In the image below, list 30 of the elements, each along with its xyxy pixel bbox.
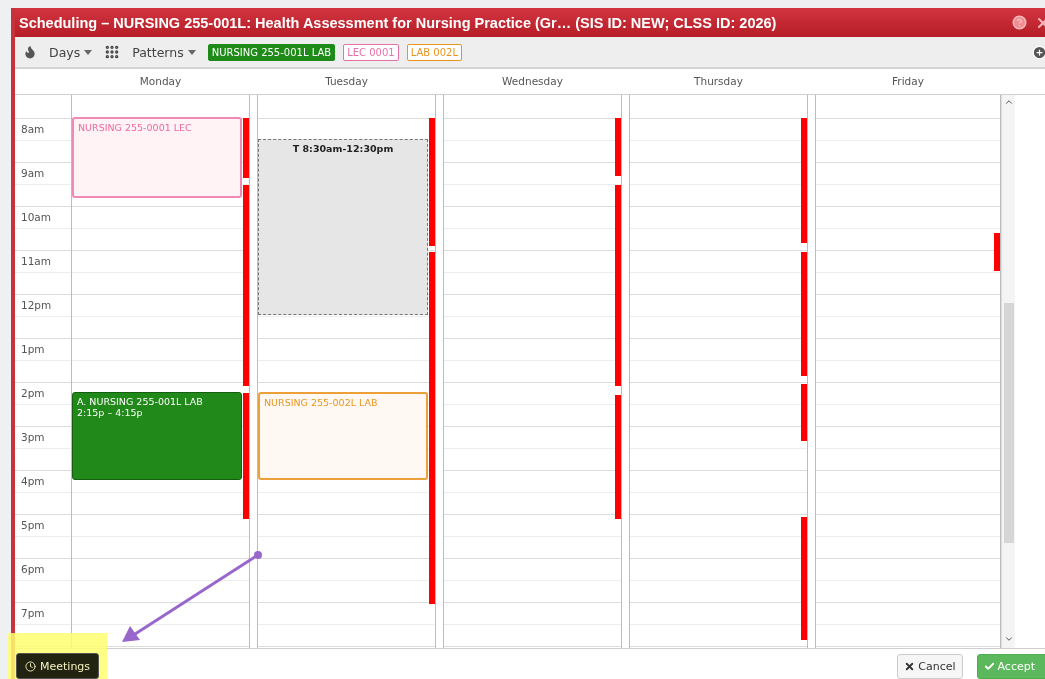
cancel-button[interactable]: Cancel	[897, 653, 963, 679]
hour-label: 9am	[21, 167, 45, 179]
accept-button[interactable]: Accept	[976, 653, 1045, 679]
window-title: Scheduling – NURSING 255-001L: Health Assessment for Nursing Practice (Gr… (SIS ID: NEW; CLSS ID: 2026)	[19, 14, 778, 31]
day-header: Tuesday	[324, 74, 369, 89]
hour-label: 11am	[21, 255, 52, 267]
meetings-button[interactable]: Meetings	[16, 653, 100, 679]
hour-label: 8am	[21, 123, 45, 135]
section-tag[interactable]: NURSING 255-001L LAB	[207, 43, 336, 61]
patterns-menu[interactable]: Patterns	[128, 44, 200, 60]
day-header: Thursday	[693, 74, 744, 89]
day-header: Monday	[138, 74, 183, 89]
calendar-event[interactable]: A. NURSING 255-001L LAB 2:15p – 4:15p	[72, 392, 242, 480]
calendar-event[interactable]: T 8:30am-12:30pm	[258, 139, 428, 315]
calendar-event[interactable]: NURSING 255-002L LAB	[258, 392, 428, 480]
hour-label: 12pm	[21, 299, 52, 311]
hour-label: 6pm	[21, 563, 45, 575]
day-header: Wednesday	[501, 74, 564, 89]
hour-label: 7pm	[21, 607, 45, 619]
hour-label: 1pm	[21, 343, 45, 355]
hour-label: 4pm	[21, 475, 45, 487]
day-header: Friday	[891, 74, 925, 89]
hour-label: 5pm	[21, 519, 45, 531]
section-tag[interactable]: LEC 0001	[343, 43, 399, 61]
hour-label: 3pm	[21, 431, 45, 443]
calendar-event[interactable]: NURSING 255-0001 LEC	[72, 117, 242, 198]
hour-label: 10am	[21, 211, 52, 223]
days-menu[interactable]: Days	[45, 44, 97, 60]
section-tag[interactable]: LAB 002L	[406, 43, 463, 61]
hour-label: 2pm	[21, 387, 45, 399]
